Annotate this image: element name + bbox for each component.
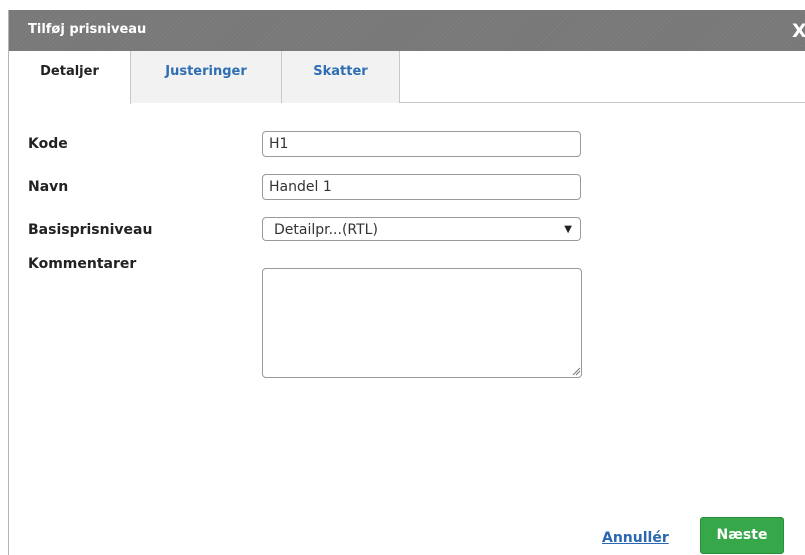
base-price-level-select[interactable]: Detailpr...(RTL) ▼ bbox=[262, 217, 581, 241]
base-price-level-label: Basisprisniveau bbox=[28, 222, 153, 238]
next-button[interactable]: Næste bbox=[700, 517, 784, 554]
comments-textarea[interactable] bbox=[262, 268, 582, 378]
dialog-title-bar: Tilføj prisniveau X bbox=[9, 10, 805, 51]
tab-adjustments[interactable]: Justeringer bbox=[131, 51, 282, 103]
tab-bar: Detaljer Justeringer Skatter bbox=[9, 51, 805, 104]
dialog-title: Tilføj prisniveau bbox=[28, 22, 147, 37]
resize-grip-icon[interactable] bbox=[571, 366, 581, 376]
tab-details[interactable]: Detaljer bbox=[9, 51, 131, 104]
cancel-link[interactable]: Annullér bbox=[602, 530, 669, 546]
chevron-down-icon: ▼ bbox=[564, 224, 572, 235]
name-label: Navn bbox=[28, 179, 69, 195]
name-input[interactable] bbox=[262, 174, 581, 200]
tab-taxes[interactable]: Skatter bbox=[282, 51, 400, 103]
close-icon[interactable]: X bbox=[792, 19, 805, 43]
code-label: Kode bbox=[28, 136, 68, 152]
code-input[interactable] bbox=[262, 131, 581, 157]
base-price-level-value: Detailpr...(RTL) bbox=[274, 222, 378, 238]
add-price-level-dialog: Tilføj prisniveau X Detaljer Justeringer… bbox=[8, 10, 805, 555]
comments-label: Kommentarer bbox=[28, 256, 137, 272]
